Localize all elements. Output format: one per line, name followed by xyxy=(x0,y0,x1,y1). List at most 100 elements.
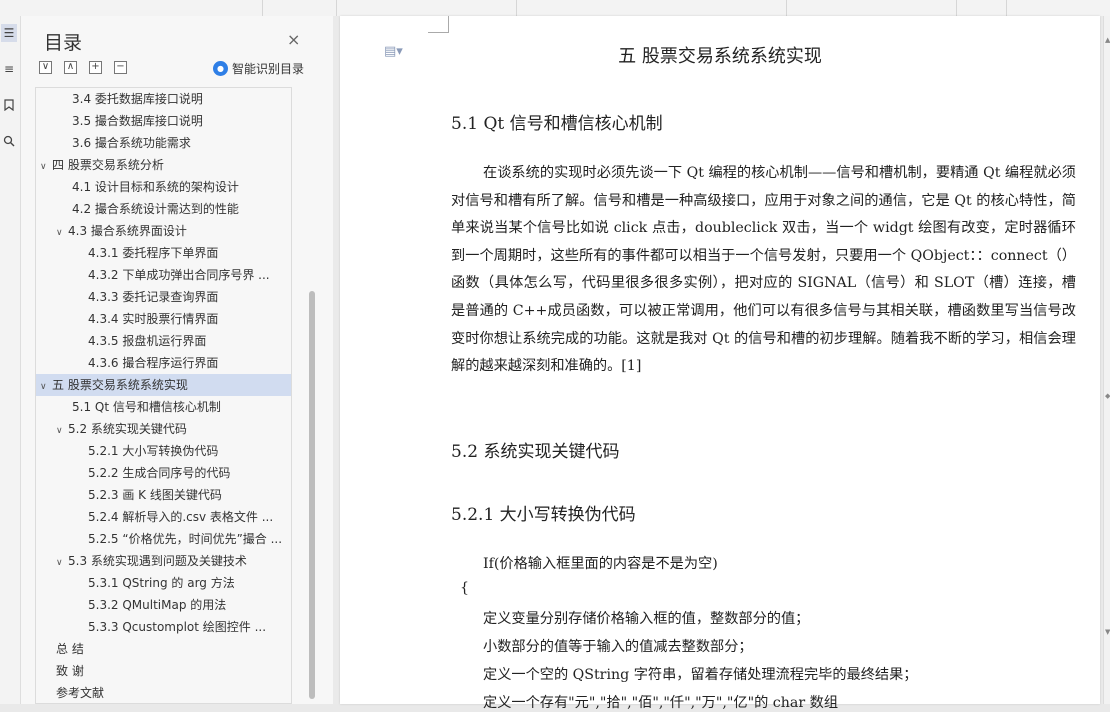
toc-item-label: 4.3.1 委托程序下单界面 xyxy=(88,246,219,260)
toc-item[interactable]: ∨ 5.3 系统实现遇到问题及关键技术 xyxy=(36,550,291,572)
code-line: 小数部分的值等于输入的值减去整数部分； xyxy=(483,639,753,655)
collapse-all-button[interactable]: ∨ xyxy=(39,61,52,74)
toc-item-label: 4.3 撮合系统界面设计 xyxy=(68,224,187,238)
toc-item-label: 3.5 撮合数据库接口说明 xyxy=(72,114,203,128)
toc-tree: 3.4 委托数据库接口说明 3.5 撮合数据库接口说明 3.6 撮合系统功能需求 ∨ 四… xyxy=(35,87,292,704)
toc-item-label: 总 结 xyxy=(56,642,84,656)
code-line: 定义变量分别存储价格输入框的值，整数部分的值； xyxy=(483,611,810,627)
toc-item[interactable]: ∨ 4.3 撮合系统界面设计 xyxy=(36,220,291,242)
toc-item[interactable]: 5.2.5 “价格优先，时间优先”撮合 ... xyxy=(36,528,291,550)
page-corner-mark xyxy=(428,16,449,33)
toc-toolbar: ∨ ∧ + − xyxy=(39,61,127,74)
toc-scrollbar[interactable] xyxy=(309,291,315,699)
toc-item-label: 五 股票交易系统系统实现 xyxy=(52,378,188,392)
toc-item[interactable]: 5.2.2 生成合同序号的代码 xyxy=(36,462,291,484)
toc-item[interactable]: ∨ 五 股票交易系统系统实现 xyxy=(36,374,291,396)
toc-item[interactable]: 4.1 设计目标和系统的架构设计 xyxy=(36,176,291,198)
top-toolbar-strip xyxy=(0,0,1110,17)
toc-item[interactable]: 5.2.4 解析导入的.csv 表格文件 ... xyxy=(36,506,291,528)
toc-item[interactable]: 3.4 委托数据库接口说明 xyxy=(36,88,291,110)
left-icon-bar: ☰ ≡ xyxy=(0,16,21,704)
scroll-up-icon[interactable]: ▲ xyxy=(1105,36,1110,44)
code-line: { xyxy=(460,580,470,596)
scroll-down-icon[interactable]: ▼ xyxy=(1105,628,1110,636)
toolbar-segment[interactable] xyxy=(516,0,787,16)
toc-item-label: 4.3.5 报盘机运行界面 xyxy=(88,334,207,348)
ai-icon: ● xyxy=(213,61,228,76)
toc-item-label: 4.3.6 撮合程序运行界面 xyxy=(88,356,219,370)
toc-item-label: 5.2 系统实现关键代码 xyxy=(68,422,187,436)
document-area: ▤▾ 五 股票交易系统系统实现 5.1 Qt 信号和槽信核心机制 在谈系统的实现… xyxy=(333,16,1103,711)
document-scrollbar[interactable]: ▲ ◆ ▼ xyxy=(1103,16,1110,704)
toc-item[interactable]: 4.3.2 下单成功弹出合同序号界 ... xyxy=(36,264,291,286)
toc-item[interactable]: 致 谢 xyxy=(36,660,291,682)
toc-item[interactable]: 总 结 xyxy=(36,638,291,660)
toc-item-label: 5.1 Qt 信号和槽信核心机制 xyxy=(72,400,221,414)
subsection-heading: 5.2.1 大小写转换伪代码 xyxy=(451,505,636,525)
code-line: If(价格输入框里面的内容是不是为空) xyxy=(483,556,718,572)
remove-heading-button[interactable]: − xyxy=(114,61,127,74)
toc-item-label: 3.4 委托数据库接口说明 xyxy=(72,92,203,106)
add-heading-button[interactable]: + xyxy=(89,61,102,74)
toc-item-label: 5.3.2 QMultiMap 的用法 xyxy=(88,598,227,612)
smart-toc-label: 智能识别目录 xyxy=(232,62,305,76)
toolbar-segment[interactable] xyxy=(262,0,329,16)
toc-item[interactable]: ∨ 5.2 系统实现关键代码 xyxy=(36,418,291,440)
toc-item[interactable]: 5.1 Qt 信号和槽信核心机制 xyxy=(36,396,291,418)
expand-level-button[interactable]: ∧ xyxy=(64,61,77,74)
toc-item-label: 四 股票交易系统分析 xyxy=(52,158,164,172)
close-icon[interactable]: × xyxy=(287,30,300,49)
toc-item[interactable]: ∨ 四 股票交易系统分析 xyxy=(36,154,291,176)
toc-item-label: 4.3.3 委托记录查询界面 xyxy=(88,290,219,304)
toolbar-segment[interactable] xyxy=(786,0,957,16)
chevron-down-icon[interactable]: ∨ xyxy=(56,552,68,572)
toc-item[interactable]: 5.2.3 画 K 线图关键代码 xyxy=(36,484,291,506)
toc-item-label: 5.2.5 “价格优先，时间优先”撮合 ... xyxy=(88,532,283,546)
chevron-down-icon[interactable]: ∨ xyxy=(40,376,52,396)
toc-item[interactable]: 5.3.2 QMultiMap 的用法 xyxy=(36,594,291,616)
toc-item[interactable]: 4.3.1 委托程序下单界面 xyxy=(36,242,291,264)
body-paragraph: 在谈系统的实现时必须先谈一下 Qt 编程的核心机制——信号和槽机制，要精通 Qt… xyxy=(451,165,1076,375)
toolbar-segment[interactable] xyxy=(336,0,517,16)
chapter-title: 五 股票交易系统系统实现 xyxy=(618,46,822,67)
toc-item[interactable]: 4.3.3 委托记录查询界面 xyxy=(36,286,291,308)
toc-item[interactable]: 4.3.4 实时股票行情界面 xyxy=(36,308,291,330)
section-heading: 5.1 Qt 信号和槽信核心机制 xyxy=(451,114,663,134)
toc-title: 目录 xyxy=(44,32,83,54)
toc-item-label: 4.3.4 实时股票行情界面 xyxy=(88,312,219,326)
toc-item[interactable]: 5.3.1 QString 的 arg 方法 xyxy=(36,572,291,594)
smart-toc-button[interactable]: ● 智能识别目录 xyxy=(213,60,304,77)
toc-item[interactable]: 4.3.6 撮合程序运行界面 xyxy=(36,352,291,374)
toc-item[interactable]: 3.6 撮合系统功能需求 xyxy=(36,132,291,154)
section-heading: 5.2 系统实现关键代码 xyxy=(451,442,620,462)
scroll-thumb[interactable]: ◆ xyxy=(1105,392,1110,400)
toc-item-label: 4.1 设计目标和系统的架构设计 xyxy=(72,180,239,194)
toc-item-label: 5.2.2 生成合同序号的代码 xyxy=(88,466,231,480)
toc-item-label: 5.3.1 QString 的 arg 方法 xyxy=(88,576,235,590)
toc-panel: 目录 × ∨ ∧ + − ● 智能识别目录 3.4 委托数据库接口说明 3.5 撮… xyxy=(21,16,334,704)
toc-item[interactable]: 5.3.3 Qcustomplot 绘图控件 ... xyxy=(36,616,291,638)
toc-item-label: 5.3.3 Qcustomplot 绘图控件 ... xyxy=(88,620,267,634)
chevron-down-icon[interactable]: ∨ xyxy=(56,222,68,242)
toc-item[interactable]: 参考文献 xyxy=(36,682,291,703)
toc-item[interactable]: 3.5 撮合数据库接口说明 xyxy=(36,110,291,132)
outline-icon[interactable]: ≡ xyxy=(1,60,17,78)
toc-item[interactable]: 4.3.5 报盘机运行界面 xyxy=(36,330,291,352)
toolbar-segment[interactable] xyxy=(1006,0,1110,16)
bookmark-icon[interactable] xyxy=(1,96,17,114)
code-line: 定义一个空的 QString 字符串，留着存储处理流程完毕的最终结果； xyxy=(483,667,918,683)
toc-item-label: 4.2 撮合系统设计需达到的性能 xyxy=(72,202,239,216)
toc-item-label: 5.2.1 大小写转换伪代码 xyxy=(88,444,219,458)
toc-icon[interactable]: ☰ xyxy=(1,24,17,42)
chevron-down-icon[interactable]: ∨ xyxy=(56,420,68,440)
search-icon[interactable] xyxy=(1,132,17,150)
toc-item-label: 参考文献 xyxy=(56,686,105,700)
toc-item-label: 5.3 系统实现遇到问题及关键技术 xyxy=(68,554,247,568)
toolbar-segment[interactable] xyxy=(956,0,1007,16)
chevron-down-icon[interactable]: ∨ xyxy=(40,156,52,176)
toc-item-label: 5.2.3 画 K 线图关键代码 xyxy=(88,488,222,502)
toc-item-label: 4.3.2 下单成功弹出合同序号界 ... xyxy=(88,268,270,282)
toc-item[interactable]: 5.2.1 大小写转换伪代码 xyxy=(36,440,291,462)
toc-item[interactable]: 4.2 撮合系统设计需达到的性能 xyxy=(36,198,291,220)
document-page: ▤▾ 五 股票交易系统系统实现 5.1 Qt 信号和槽信核心机制 在谈系统的实现… xyxy=(340,16,1100,711)
